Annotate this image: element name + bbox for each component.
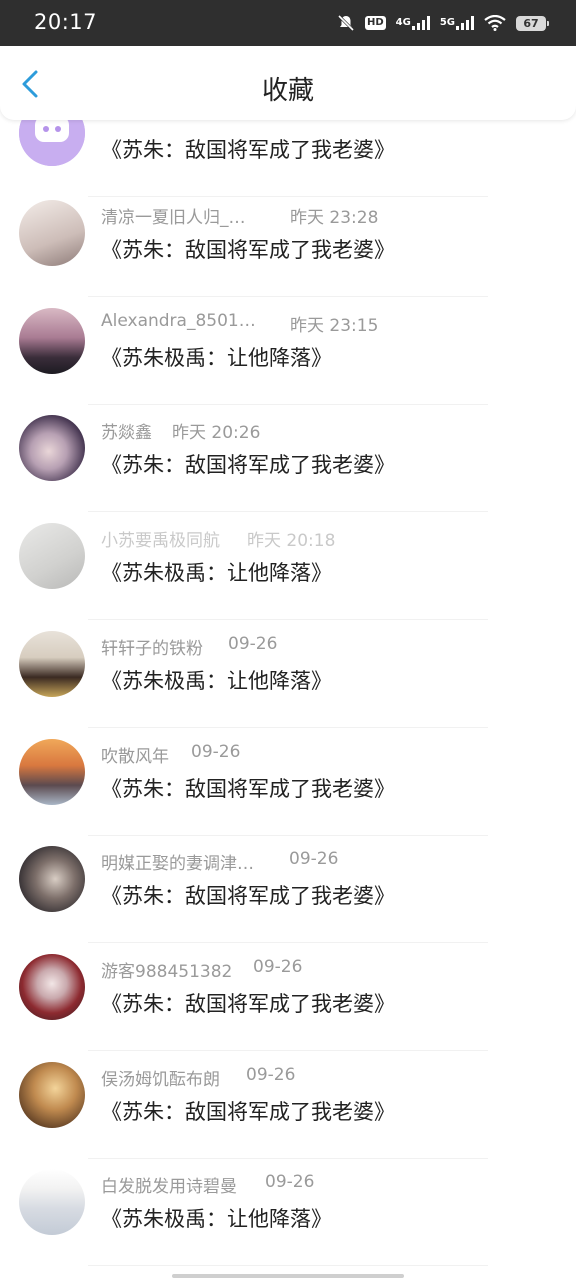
book-title: 《苏朱极禹：让他降落》 bbox=[101, 1207, 332, 1231]
timestamp: 09-26 bbox=[253, 957, 303, 977]
timestamp: 09-26 bbox=[191, 742, 241, 762]
divider bbox=[88, 619, 488, 620]
divider bbox=[88, 835, 488, 836]
avatar bbox=[19, 415, 85, 481]
book-title: 《苏朱：敌国将军成了我老婆》 bbox=[101, 453, 395, 477]
divider bbox=[88, 196, 488, 197]
timestamp: 09-26 bbox=[228, 634, 278, 654]
divider bbox=[88, 511, 488, 512]
list-item[interactable]: 游客988451382 09-26 《苏朱：敌国将军成了我老婆》 bbox=[0, 954, 576, 1061]
list-item[interactable]: 明媒正娶的妻调津… 09-26 《苏朱：敌国将军成了我老婆》 bbox=[0, 846, 576, 953]
divider bbox=[88, 1265, 488, 1266]
avatar bbox=[19, 739, 85, 805]
user-name: 吹散风年 bbox=[101, 747, 169, 767]
book-title: 《苏朱：敌国将军成了我老婆》 bbox=[101, 884, 395, 908]
user-name: 明媒正娶的妻调津… bbox=[101, 854, 254, 874]
book-title: 《苏朱极禹：让他降落》 bbox=[101, 669, 332, 693]
timestamp: 昨天 20:18 bbox=[247, 531, 336, 551]
avatar bbox=[19, 631, 85, 697]
timestamp: 09-26 bbox=[265, 1172, 315, 1192]
user-name: 游客988451382 bbox=[101, 962, 233, 982]
signal-5g-icon: 5G bbox=[440, 16, 474, 30]
book-title: 《苏朱：敌国将军成了我老婆》 bbox=[101, 992, 395, 1016]
page-title: 收藏 bbox=[261, 76, 314, 106]
wifi-icon bbox=[484, 15, 506, 31]
book-title: 《苏朱：敌国将军成了我老婆》 bbox=[101, 1100, 395, 1124]
top-app-bar: 收藏 bbox=[0, 46, 576, 120]
bell-muted-icon bbox=[337, 14, 355, 32]
user-name: 轩轩子的铁粉 bbox=[101, 639, 203, 659]
divider bbox=[88, 404, 488, 405]
avatar bbox=[19, 1169, 85, 1235]
avatar bbox=[19, 1062, 85, 1128]
home-indicator[interactable] bbox=[172, 1274, 404, 1278]
hd-icon: HD bbox=[364, 16, 386, 30]
divider bbox=[88, 1050, 488, 1051]
list-item[interactable]: 白发脱发用诗碧曼 09-26 《苏朱极禹：让他降落》 bbox=[0, 1169, 576, 1276]
timestamp: 09-26 bbox=[289, 849, 339, 869]
user-name: 小苏要禹极同航 bbox=[101, 531, 220, 551]
divider bbox=[88, 296, 488, 297]
book-title: 《苏朱极禹：让他降落》 bbox=[101, 346, 332, 370]
book-title: 《苏朱：敌国将军成了我老婆》 bbox=[101, 138, 395, 162]
list-item[interactable]: 吹散风年 09-26 《苏朱：敌国将军成了我老婆》 bbox=[0, 739, 576, 846]
avatar bbox=[19, 846, 85, 912]
user-name: 白发脱发用诗碧曼 bbox=[101, 1177, 237, 1197]
book-title: 《苏朱：敌国将军成了我老婆》 bbox=[101, 777, 395, 801]
user-name: 清凉一夏旧人归_… bbox=[101, 208, 246, 228]
timestamp: 昨天 23:28 bbox=[290, 208, 379, 228]
timestamp: 09-26 bbox=[246, 1065, 296, 1085]
book-title: 《苏朱极禹：让他降落》 bbox=[101, 561, 332, 585]
timestamp: 昨天 20:26 bbox=[172, 423, 261, 443]
list-item[interactable]: 小苏要禹极同航 昨天 20:18 《苏朱极禹：让他降落》 bbox=[0, 523, 576, 630]
list-item[interactable]: 俣汤姆饥酝布朗 09-26 《苏朱：敌国将军成了我老婆》 bbox=[0, 1062, 576, 1169]
status-time: 20:17 bbox=[34, 10, 98, 34]
avatar bbox=[19, 954, 85, 1020]
user-name: 俣汤姆饥酝布朗 bbox=[101, 1070, 220, 1090]
list-item[interactable]: 清凉一夏旧人归_… 昨天 23:28 《苏朱：敌国将军成了我老婆》 bbox=[0, 200, 576, 307]
status-bar: 20:17 HD 4G 5G 67 bbox=[0, 0, 576, 46]
battery-icon: 67 bbox=[516, 15, 549, 31]
list-item[interactable]: 轩轩子的铁粉 09-26 《苏朱极禹：让他降落》 bbox=[0, 631, 576, 738]
divider bbox=[88, 1158, 488, 1159]
list-item[interactable]: 苏燚鑫 昨天 20:26 《苏朱：敌国将军成了我老婆》 bbox=[0, 415, 576, 522]
book-title: 《苏朱：敌国将军成了我老婆》 bbox=[101, 238, 395, 262]
divider bbox=[88, 727, 488, 728]
user-name: Alexandra_8501… bbox=[101, 311, 256, 331]
status-icons: HD 4G 5G 67 bbox=[337, 12, 549, 34]
signal-4g-icon: 4G bbox=[396, 16, 430, 30]
timestamp: 昨天 23:15 bbox=[290, 316, 379, 336]
divider bbox=[88, 942, 488, 943]
list-item[interactable]: Alexandra_8501… 昨天 23:15 《苏朱极禹：让他降落》 bbox=[0, 308, 576, 415]
avatar bbox=[19, 308, 85, 374]
avatar bbox=[19, 200, 85, 266]
avatar bbox=[19, 523, 85, 589]
user-name: 苏燚鑫 bbox=[101, 423, 152, 443]
